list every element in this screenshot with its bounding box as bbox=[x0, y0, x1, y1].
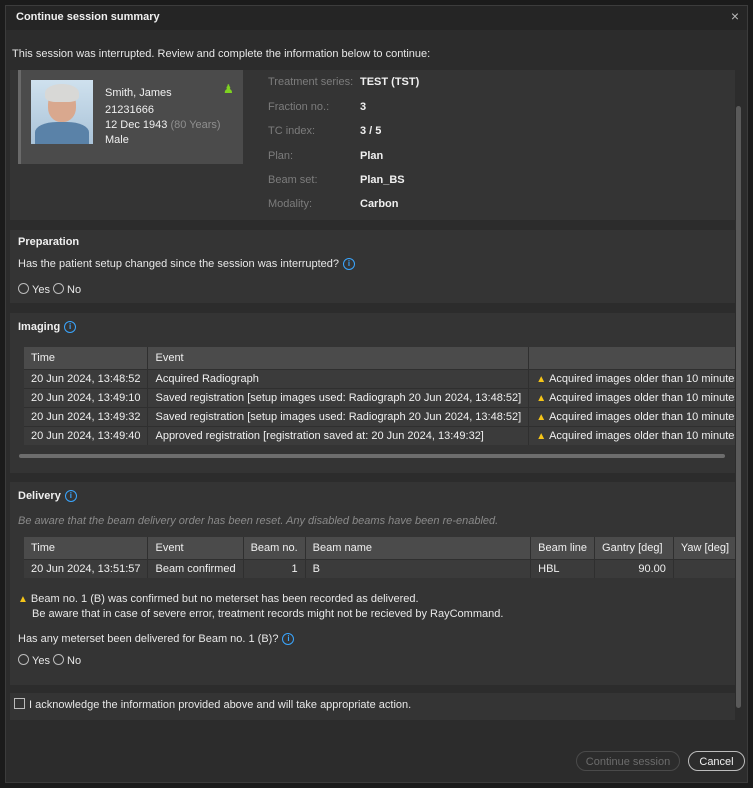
preparation-section: Preparation Has the patient setup change… bbox=[10, 230, 735, 303]
patient-panel: Smith, James ♟ 21231666 12 Dec 1943 (80 … bbox=[10, 70, 735, 220]
column-header-event[interactable]: Event bbox=[147, 537, 244, 560]
imaging-horizontal-scrollbar[interactable] bbox=[19, 454, 725, 458]
patient-card: Smith, James ♟ 21231666 12 Dec 1943 (80 … bbox=[18, 70, 243, 164]
table-row[interactable]: 20 Jun 2024, 13:49:10 Saved registration … bbox=[24, 388, 735, 408]
column-header-event[interactable]: Event bbox=[147, 347, 530, 370]
intro-text: This session was interrupted. Review and… bbox=[12, 48, 431, 60]
column-header-gantry[interactable]: Gantry [deg] bbox=[594, 537, 674, 560]
warning-icon: ▲ bbox=[536, 393, 547, 404]
patient-id: 21231666 bbox=[105, 104, 154, 116]
patient-dob: 12 Dec 1943 (80 Years) bbox=[105, 119, 221, 131]
radio-yes[interactable]: Yes bbox=[18, 283, 50, 296]
table-row[interactable]: 20 Jun 2024, 13:48:52 Acquired Radiograph… bbox=[24, 369, 735, 389]
imaging-table: Time Event 20 Jun 2024, 13:48:52 Acquired… bbox=[24, 347, 735, 445]
imaging-title: Imaging i bbox=[18, 321, 77, 333]
table-row[interactable]: 20 Jun 2024, 13:49:40 Approved registrati… bbox=[24, 426, 735, 445]
meterset-question: Has any meterset been delivered for Beam… bbox=[18, 633, 295, 645]
preparation-question: Has the patient setup changed since the … bbox=[18, 258, 356, 270]
cancel-button[interactable]: Cancel bbox=[688, 751, 745, 771]
vertical-scrollbar[interactable] bbox=[736, 106, 741, 708]
column-header-time[interactable]: Time bbox=[24, 537, 149, 560]
meterset-radio-group: Yes No bbox=[18, 654, 81, 667]
patient-age: (80 Years) bbox=[170, 119, 221, 131]
info-icon[interactable]: i bbox=[282, 633, 295, 645]
radio-yes[interactable]: Yes bbox=[18, 654, 50, 667]
patient-name: Smith, James bbox=[105, 87, 172, 99]
preparation-radio-group: Yes No bbox=[18, 283, 81, 296]
radio-no[interactable]: No bbox=[53, 283, 81, 296]
delivery-title: Delivery i bbox=[18, 490, 77, 502]
table-header: Time Event bbox=[24, 347, 735, 370]
table-row[interactable]: 20 Jun 2024, 13:51:57 Beam confirmed 1 B… bbox=[24, 559, 735, 578]
column-header-beam-name[interactable]: Beam name bbox=[305, 537, 532, 560]
info-icon[interactable]: i bbox=[343, 258, 356, 270]
dialog-title: Continue session summary bbox=[16, 11, 160, 23]
column-header-beam-no[interactable]: Beam no. bbox=[243, 537, 306, 560]
table-row[interactable]: 20 Jun 2024, 13:49:32 Saved registration … bbox=[24, 407, 735, 427]
delivery-warning: ▲ Beam no. 1 (B) was confirmed but no met… bbox=[18, 593, 504, 620]
delivery-section: Delivery i Be aware that the beam deliver… bbox=[10, 482, 735, 685]
content-scroll-area: Smith, James ♟ 21231666 12 Dec 1943 (80 … bbox=[10, 70, 735, 720]
patient-sex: Male bbox=[105, 134, 129, 146]
info-icon[interactable]: i bbox=[64, 321, 77, 333]
warning-icon: ▲ bbox=[536, 431, 547, 442]
person-icon: ♟ bbox=[223, 82, 234, 96]
delivery-table: Time Event Beam no. Beam name Beam line … bbox=[24, 537, 735, 578]
radio-no[interactable]: No bbox=[53, 654, 81, 667]
acknowledge-checkbox[interactable]: I acknowledge the information provided a… bbox=[14, 698, 411, 711]
close-icon[interactable]: × bbox=[731, 8, 739, 24]
column-header-yaw[interactable]: Yaw [deg] bbox=[673, 537, 735, 560]
warning-icon: ▲ bbox=[536, 374, 547, 385]
table-header: Time Event Beam no. Beam name Beam line … bbox=[24, 537, 735, 560]
column-header-warning[interactable] bbox=[528, 347, 735, 370]
continue-session-button[interactable]: Continue session bbox=[576, 751, 680, 771]
info-icon[interactable]: i bbox=[64, 490, 77, 502]
title-bar: Continue session summary × bbox=[6, 6, 747, 30]
preparation-title: Preparation bbox=[18, 236, 80, 248]
warning-icon: ▲ bbox=[536, 412, 547, 423]
warning-icon: ▲ bbox=[18, 594, 28, 605]
column-header-beam-line[interactable]: Beam line bbox=[530, 537, 596, 560]
patient-photo bbox=[31, 80, 93, 144]
column-header-time[interactable]: Time bbox=[24, 347, 149, 370]
delivery-note: Be aware that the beam delivery order ha… bbox=[18, 515, 499, 527]
